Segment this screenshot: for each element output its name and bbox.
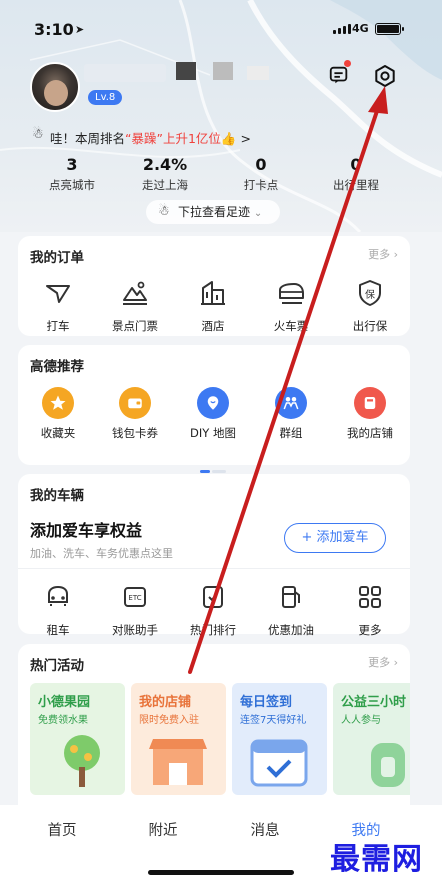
activities-more-link[interactable]: 更多 › (368, 654, 398, 670)
wallet-icon (119, 387, 151, 419)
battery-icon (375, 23, 404, 35)
status-bar: 3:10 ➤ 4G (0, 14, 442, 44)
status-time: 3:10 (34, 20, 74, 39)
signal-icon (333, 24, 351, 34)
tab-messages[interactable]: 消息 (251, 819, 280, 840)
orders-title: 我的订单 (30, 250, 84, 266)
rent-car-icon (48, 585, 68, 606)
vehicle-title: 我的车辆 (30, 488, 84, 504)
vehicle-more[interactable]: 更多 (331, 582, 409, 638)
network-label: 4G (352, 22, 369, 35)
level-badge[interactable]: Lv.8 (88, 90, 123, 105)
username-redacted (247, 66, 269, 80)
settings-icon[interactable] (373, 64, 397, 88)
recommend-shop[interactable]: 我的店铺 (331, 387, 409, 441)
vehicle-rent-car[interactable]: 租车 (19, 582, 97, 638)
activity-my-shop[interactable]: 我的店铺 限时免费入驻 (131, 683, 226, 795)
order-insurance[interactable]: 保 出行保 (331, 278, 409, 334)
calendar-icon (250, 739, 308, 787)
svg-text:ETC: ETC (128, 594, 141, 602)
footprint-pull-pill[interactable]: ☃ 下拉查看足迹 ⌄ (146, 200, 280, 224)
add-car-button[interactable]: + 添加爱车 (284, 523, 386, 553)
train-icon (279, 283, 304, 304)
orders-more-link[interactable]: 更多 › (368, 246, 398, 262)
vehicle-subtitle: 加油、洗车、车务优惠点这里 (30, 547, 173, 560)
fuel-icon (282, 586, 300, 608)
order-scenic-ticket[interactable]: 景点门票 (96, 278, 174, 334)
avatar[interactable] (30, 62, 80, 112)
shop-icon (354, 387, 386, 419)
activities-card: 热门活动 更多 › 小德果园 免费领水果 我的店铺 限时免费入驻 每日签到 连签… (18, 644, 410, 809)
vehicle-fuel-discount[interactable]: 优惠加油 (252, 582, 330, 638)
recommend-group[interactable]: 群组 (252, 387, 330, 441)
star-icon (42, 387, 74, 419)
message-icon[interactable] (328, 64, 350, 86)
orders-card: 我的订单 更多 › 打车 景点门票 酒店 火车票 保 出行保 (18, 236, 410, 336)
recommend-card: 高德推荐 收藏夹 钱包卡券 DIY 地图 群组 我的店铺 (18, 345, 410, 473)
order-taxi[interactable]: 打车 (19, 278, 97, 334)
group-icon (275, 387, 307, 419)
location-arrow-icon: ➤ (75, 23, 85, 36)
stat-checkins[interactable]: 0 打卡点 (211, 155, 311, 193)
vehicle-etc-assistant[interactable]: ETC 对账助手 (96, 582, 174, 638)
rank-banner[interactable]: ☃ 哇！本周排名“暴躁”上升1亿位👍 > (32, 127, 251, 147)
charity-icon (371, 743, 405, 787)
fruit-tree-icon (64, 735, 100, 787)
chevron-right-icon: > (240, 131, 251, 146)
recommend-title: 高德推荐 (30, 359, 84, 375)
activity-orchard[interactable]: 小德果园 免费领水果 (30, 683, 125, 795)
taxi-icon (46, 285, 70, 303)
activity-daily-checkin[interactable]: 每日签到 连签7天得好礼 (232, 683, 327, 795)
vehicle-headline: 添加爱车享权益 (30, 521, 143, 540)
order-train[interactable]: 火车票 (252, 278, 330, 334)
svg-text:保: 保 (365, 288, 375, 301)
scenic-ticket-icon (123, 281, 147, 305)
username-redacted (213, 62, 233, 80)
mascot-icon: ☃ (32, 127, 44, 142)
mascot-icon: ☃ (158, 204, 170, 219)
notification-dot (344, 60, 351, 67)
stat-cities[interactable]: 3 点亮城市 (22, 155, 122, 193)
thumbs-up-icon: 👍 (220, 131, 237, 146)
ranking-icon (203, 586, 223, 608)
vehicle-ranking[interactable]: 热门排行 (174, 582, 252, 638)
activities-title: 热门活动 (30, 658, 84, 674)
recommend-wallet[interactable]: 钱包卡券 (96, 387, 174, 441)
hotel-icon (201, 281, 225, 305)
tab-nearby[interactable]: 附近 (149, 819, 178, 840)
chevron-down-icon: ⌄ (253, 208, 263, 219)
profile-header: 3:10 ➤ 4G Lv.8 ☃ 哇！本周排名“暴躁”上升1亿位👍 > 3 点亮城… (0, 0, 442, 232)
grid-more-icon (359, 586, 381, 608)
map-pin-icon (197, 387, 229, 419)
username-redacted (176, 62, 196, 80)
recommend-favorites[interactable]: 收藏夹 (19, 387, 97, 441)
activity-charity[interactable]: 公益三小时 人人参与 (333, 683, 410, 795)
order-hotel[interactable]: 酒店 (174, 278, 252, 334)
etc-icon: ETC (124, 587, 146, 607)
insurance-icon: 保 (359, 280, 381, 306)
recommend-diy-map[interactable]: DIY 地图 (174, 387, 252, 441)
stat-shanghai[interactable]: 2.4% 走过上海 (115, 155, 215, 193)
vehicle-card: 我的车辆 添加爱车享权益 加油、洗车、车务优惠点这里 + 添加爱车 租车 ETC… (18, 474, 410, 637)
home-indicator (148, 870, 294, 875)
username-blurred (84, 64, 166, 82)
stat-mileage[interactable]: 0 出行里程 (306, 155, 406, 193)
watermark: 最需网 (330, 842, 423, 877)
tab-home[interactable]: 首页 (48, 819, 77, 840)
divider (18, 568, 410, 569)
storefront-icon (149, 739, 207, 785)
